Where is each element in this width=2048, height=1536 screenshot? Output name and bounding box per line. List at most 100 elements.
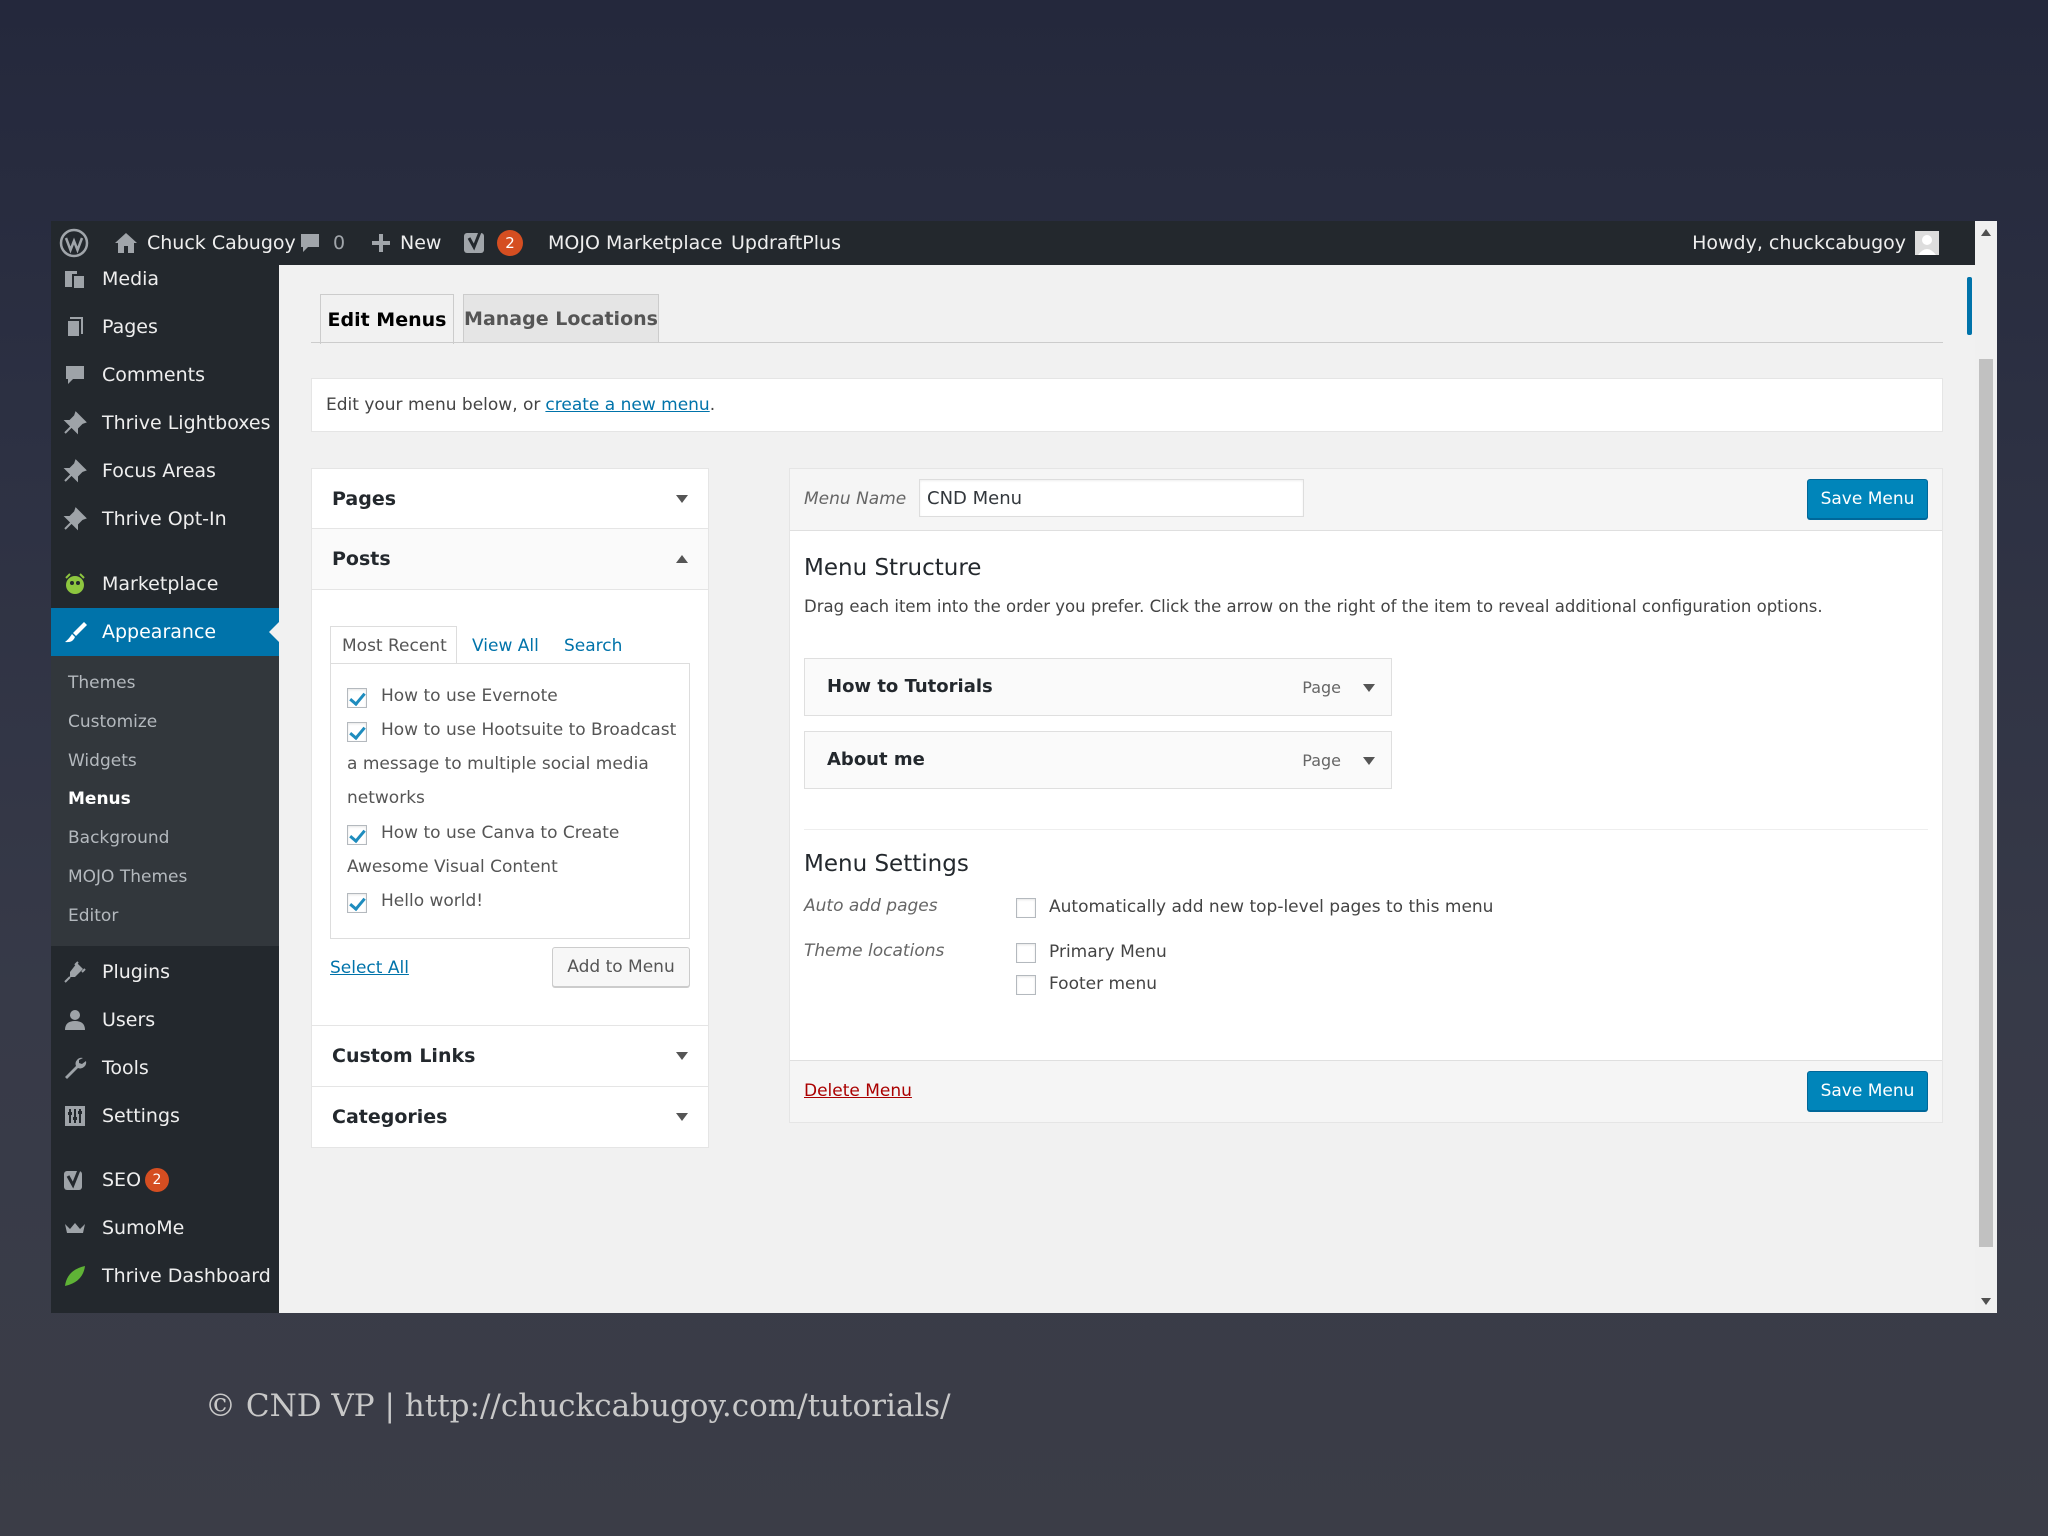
create-new-menu-link[interactable]: create a new menu (545, 395, 709, 415)
tab-divider (311, 342, 1943, 343)
sidebar-item-thrive-dashboard[interactable]: Thrive Dashboard (51, 1252, 279, 1300)
primary-menu-checkbox[interactable] (1016, 943, 1036, 963)
submenu-widgets[interactable]: Widgets (68, 751, 137, 771)
submenu-editor[interactable]: Editor (68, 906, 118, 926)
sidebar-item-thrive-opt-in[interactable]: Thrive Opt-In (51, 495, 279, 543)
sidebar-item-marketplace[interactable]: Marketplace (51, 560, 279, 608)
seo-admin-link[interactable]: 2 (463, 221, 523, 265)
footer-menu-checkbox[interactable] (1016, 975, 1036, 995)
post-checkbox[interactable] (347, 688, 367, 708)
edit-notice: Edit your menu below, or create a new me… (311, 378, 1943, 432)
pin-icon (63, 459, 87, 483)
categories-title: Categories (332, 1106, 448, 1128)
subtab-search[interactable]: Search (564, 636, 622, 656)
submenu-customize[interactable]: Customize (68, 712, 157, 732)
sidebar-item-seo[interactable]: SEO 2 (51, 1156, 279, 1204)
theme-locations-label: Theme locations (804, 941, 945, 961)
sidebar-item-settings[interactable]: Settings (51, 1092, 279, 1140)
tab-manage-locations[interactable]: Manage Locations (463, 294, 659, 342)
new-content-link[interactable]: New (371, 221, 441, 265)
delete-menu-link[interactable]: Delete Menu (804, 1081, 912, 1101)
sidebar-item-sumome[interactable]: SumoMe (51, 1204, 279, 1252)
wordpress-icon (59, 228, 89, 258)
sidebar-item-users[interactable]: Users (51, 996, 279, 1044)
post-label-continued: a message to multiple social media (347, 754, 649, 774)
subtab-view-all[interactable]: View All (472, 636, 539, 656)
vertical-scrollbar[interactable] (1975, 221, 1997, 1313)
post-label: Hello world! (381, 891, 484, 911)
post-checkbox[interactable] (347, 825, 367, 845)
avatar (1915, 231, 1939, 255)
updraftplus-link[interactable]: UpdraftPlus (731, 221, 841, 265)
menu-item[interactable]: About me Page (804, 731, 1392, 789)
submenu-themes[interactable]: Themes (68, 673, 136, 693)
posts-metabox-header[interactable]: Posts (312, 529, 708, 590)
submenu-background[interactable]: Background (68, 828, 169, 848)
save-menu-button[interactable]: Save Menu (1807, 1071, 1928, 1111)
sidebar-item-plugins[interactable]: Plugins (51, 948, 279, 996)
account-menu[interactable]: Howdy, chuckcabugoy (1692, 221, 1939, 265)
pages-metabox-header[interactable]: Pages (312, 469, 708, 529)
crown-icon (63, 1216, 87, 1240)
pin-icon (63, 411, 87, 435)
sidebar-item-appearance[interactable]: Appearance (51, 608, 279, 656)
sidebar-item-thrive-lightboxes[interactable]: Thrive Lightboxes (51, 399, 279, 447)
scrollbar-thumb[interactable] (1979, 359, 1993, 1247)
menu-structure-title: Menu Structure (804, 555, 982, 581)
marketplace-icon (63, 572, 87, 596)
menu-editor-header: Menu Name Save Menu (790, 469, 1942, 531)
sidebar-item-tools[interactable]: Tools (51, 1044, 279, 1092)
post-label-continued: networks (347, 788, 425, 808)
yoast-icon (63, 1168, 87, 1192)
save-menu-button[interactable]: Save Menu (1807, 479, 1928, 519)
yoast-icon (463, 230, 489, 256)
post-label: How to use Canva to Create (381, 823, 620, 843)
menu-name-input[interactable] (919, 479, 1304, 517)
sidebar-item-comments[interactable]: Comments (51, 351, 279, 399)
submenu-menus[interactable]: Menus (68, 789, 131, 809)
auto-add-pages-option: Automatically add new top-level pages to… (1049, 897, 1494, 917)
categories-metabox: Categories (311, 1086, 709, 1148)
categories-metabox-header[interactable]: Categories (312, 1087, 708, 1147)
post-checkbox[interactable] (347, 893, 367, 913)
howdy-text: Howdy, chuckcabugoy (1692, 232, 1906, 254)
menu-item-toggle-arrow-icon[interactable] (1363, 684, 1375, 692)
auto-add-pages-checkbox[interactable] (1016, 898, 1036, 918)
primary-menu-option: Primary Menu (1049, 942, 1167, 962)
custom-links-metabox-header[interactable]: Custom Links (312, 1026, 708, 1086)
post-label: How to use Evernote (381, 686, 558, 706)
sidebar-item-pages[interactable]: Pages (51, 303, 279, 351)
menu-editor: Menu Name Save Menu Menu Structure Drag … (789, 468, 1943, 1123)
subtab-most-recent[interactable]: Most Recent (342, 636, 447, 656)
comments-link[interactable]: 0 (299, 221, 345, 265)
pages-metabox-title: Pages (332, 488, 397, 510)
scroll-up-arrow-icon[interactable] (1981, 229, 1991, 236)
menu-item-title: About me (827, 749, 925, 770)
menu-item-toggle-arrow-icon[interactable] (1363, 757, 1375, 765)
tab-edit-menus[interactable]: Edit Menus (320, 294, 454, 344)
select-all-link[interactable]: Select All (330, 958, 409, 978)
menu-item-type: Page (1302, 678, 1341, 697)
submenu-mojo-themes[interactable]: MOJO Themes (68, 867, 187, 887)
comment-bubble-icon (299, 232, 321, 254)
sidebar-item-media[interactable]: Media (51, 255, 279, 303)
post-label: How to use Hootsuite to Broadcast (381, 720, 677, 740)
post-checkbox[interactable] (347, 722, 367, 742)
footer-menu-option: Footer menu (1049, 974, 1158, 994)
add-to-menu-button[interactable]: Add to Menu (552, 947, 690, 987)
scroll-down-arrow-icon[interactable] (1981, 1298, 1991, 1305)
seo-notification-badge: 2 (497, 230, 523, 256)
posts-metabox: Posts Most Recent View All Search How to… (311, 528, 709, 1026)
notice-text: Edit your menu below, or (326, 395, 541, 415)
collapse-arrow-icon (676, 555, 688, 563)
wrench-icon (63, 1056, 87, 1080)
main-content: Edit Menus Manage Locations Edit your me… (279, 265, 1975, 1313)
custom-links-metabox: Custom Links (311, 1025, 709, 1087)
pages-icon (63, 315, 87, 339)
menu-item[interactable]: How to Tutorials Page (804, 658, 1392, 716)
plugin-icon (63, 960, 87, 984)
scroll-position-marker (1967, 277, 1972, 335)
post-label-continued: Awesome Visual Content (347, 857, 558, 877)
sidebar-item-focus-areas[interactable]: Focus Areas (51, 447, 279, 495)
mojo-marketplace-link[interactable]: MOJO Marketplace (548, 221, 722, 265)
